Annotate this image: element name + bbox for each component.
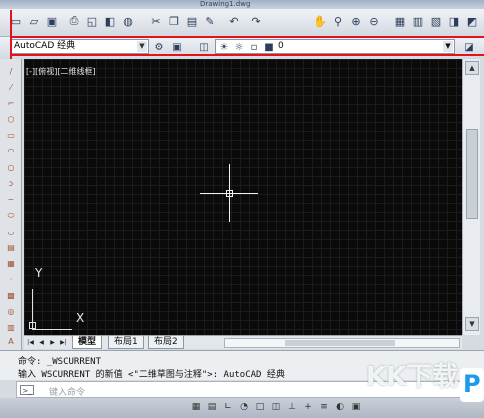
hscroll-thumb[interactable] xyxy=(285,340,395,346)
layer-manager-icon[interactable]: ◫ xyxy=(197,40,211,54)
zoom-icon[interactable]: ⚲ xyxy=(330,13,346,29)
publish-icon[interactable]: ◧ xyxy=(102,13,118,29)
paste-icon[interactable]: ▤ xyxy=(184,13,200,29)
chevron-down-icon[interactable]: ▼ xyxy=(443,41,453,52)
region-icon[interactable]: ◎ xyxy=(6,307,16,317)
last-tab-icon[interactable]: ▶| xyxy=(59,338,68,347)
circle-icon[interactable]: ○ xyxy=(6,163,16,173)
lock-icon: ▫ xyxy=(250,41,258,53)
ucs-x-label: X xyxy=(76,311,85,325)
chevron-down-icon[interactable]: ▼ xyxy=(137,41,147,52)
highlight-line-bottom xyxy=(10,54,484,56)
workspace-save-icon[interactable]: ▣ xyxy=(170,40,184,54)
design-center-icon[interactable]: ▥ xyxy=(410,13,426,29)
command-line-1: 命令: _WSCURRENT xyxy=(18,357,102,367)
tab-layout1[interactable]: 布局1 xyxy=(108,336,144,349)
hatch-icon[interactable]: ▩ xyxy=(6,291,16,301)
next-tab-icon[interactable]: ▶ xyxy=(48,338,57,347)
revcloud-icon[interactable]: ↄ xyxy=(6,179,16,189)
zoom-prev-icon[interactable]: ⊖ xyxy=(366,13,382,29)
line-icon[interactable]: / xyxy=(6,67,16,77)
layer-state-icon[interactable]: ◪ xyxy=(462,40,476,54)
vertical-scrollbar[interactable]: ▲ ▼ xyxy=(462,59,480,335)
layer-value: 0 xyxy=(278,41,284,51)
copy-icon[interactable]: ❐ xyxy=(166,13,182,29)
osnap-icon[interactable]: □ xyxy=(254,401,266,413)
polyline-icon[interactable]: ⌐ xyxy=(6,99,16,109)
color-swatch-icon: ■ xyxy=(264,41,274,53)
redo-icon[interactable]: ↷ xyxy=(248,13,264,29)
markup-icon[interactable]: ◩ xyxy=(464,13,480,29)
scroll-down-icon[interactable]: ▼ xyxy=(465,317,479,331)
layout-tabs: |◀ ◀ ▶ ▶| 模型 布局1 布局2 xyxy=(24,335,462,349)
horizontal-scrollbar[interactable] xyxy=(224,338,460,348)
watermark-logo-letter: P xyxy=(463,370,481,398)
draw-toolbar: / ⁄ ⌐ ⬡ ▭ ◠ ○ ↄ ~ ⬭ ◡ ▤ ▦ · ▩ ◎ ▥ A xyxy=(0,59,22,350)
transparency-icon[interactable]: ◐ xyxy=(334,401,346,413)
insert-block-icon[interactable]: ▤ xyxy=(6,243,16,253)
snap-icon[interactable]: ▦ xyxy=(190,401,202,413)
sheet-set-icon[interactable]: ◨ xyxy=(446,13,462,29)
match-icon[interactable]: ✎ xyxy=(202,13,218,29)
sun-icon: ☼ xyxy=(234,41,244,53)
mtext-icon[interactable]: A xyxy=(6,337,16,347)
ucs-origin-icon xyxy=(29,322,36,329)
ducs-icon[interactable]: ⊥ xyxy=(286,401,298,413)
print-icon[interactable]: ⎙ xyxy=(66,13,82,29)
tool-palette-icon[interactable]: ▧ xyxy=(428,13,444,29)
qp-icon[interactable]: ▣ xyxy=(350,401,362,413)
polygon-icon[interactable]: ⬡ xyxy=(6,115,16,125)
tab-model[interactable]: 模型 xyxy=(72,336,103,349)
window-title: Drawing1.dwg xyxy=(200,0,251,8)
workspace-select[interactable]: AutoCAD 经典 ▼ xyxy=(11,39,149,54)
command-placeholder: 键入命令 xyxy=(49,388,86,398)
save-icon[interactable]: ▣ xyxy=(44,13,60,29)
viewport-label[interactable]: [-][俯视][二维线框] xyxy=(26,66,96,77)
lineweight-icon[interactable]: ≡ xyxy=(318,401,330,413)
watermark-text: KK下载 xyxy=(366,362,459,392)
command-prompt-icon[interactable]: >_ xyxy=(20,385,34,395)
watermark-logo: P xyxy=(460,368,484,402)
command-line-2: 输入 WSCURRENT 的新值 <"二维草图与注释">: AutoCAD 经典 xyxy=(18,370,285,380)
drawing-area[interactable]: [-][俯视][二维线框] Y X xyxy=(24,59,462,335)
cut-icon[interactable]: ✂ xyxy=(148,13,164,29)
scroll-thumb[interactable] xyxy=(466,129,478,219)
tab-layout2[interactable]: 布局2 xyxy=(148,336,184,349)
arc-icon[interactable]: ◠ xyxy=(6,147,16,157)
bulb-icon: ☀ xyxy=(219,41,229,53)
make-block-icon[interactable]: ▦ xyxy=(6,259,16,269)
preview-icon[interactable]: ◱ xyxy=(84,13,100,29)
ortho-icon[interactable]: ∟ xyxy=(222,401,234,413)
scroll-up-icon[interactable]: ▲ xyxy=(465,61,479,75)
ellipse-icon[interactable]: ⬭ xyxy=(6,211,16,221)
workspace-value: AutoCAD 经典 xyxy=(14,41,76,51)
grid-icon[interactable]: ▤ xyxy=(206,401,218,413)
undo-icon[interactable]: ↶ xyxy=(226,13,242,29)
table-icon[interactable]: ▥ xyxy=(6,323,16,333)
prev-tab-icon[interactable]: ◀ xyxy=(37,338,46,347)
otrack-icon[interactable]: ◫ xyxy=(270,401,282,413)
open-icon[interactable]: ▱ xyxy=(26,13,42,29)
rectangle-icon[interactable]: ▭ xyxy=(6,131,16,141)
ucs-x-axis xyxy=(32,329,72,330)
standard-toolbar: ▭ ▱ ▣ ⎙ ◱ ◧ ◍ ✂ ❐ ▤ ✎ ↶ ↷ ✋ ⚲ ⊕ ⊖ ▦ ▥ ▧ … xyxy=(0,9,484,37)
polar-icon[interactable]: ◔ xyxy=(238,401,250,413)
ucs-y-label: Y xyxy=(35,266,43,280)
construction-line-icon[interactable]: ⁄ xyxy=(6,83,16,93)
point-icon[interactable]: · xyxy=(6,275,16,285)
first-tab-icon[interactable]: |◀ xyxy=(26,338,35,347)
highlight-line-top xyxy=(10,36,484,38)
spline-icon[interactable]: ~ xyxy=(6,195,16,205)
pan-icon[interactable]: ✋ xyxy=(312,13,328,29)
workspace-settings-icon[interactable]: ⚙ xyxy=(152,40,166,54)
ellipse-arc-icon[interactable]: ◡ xyxy=(6,227,16,237)
status-bar: ▦ ▤ ∟ ◔ □ ◫ ⊥ + ≡ ◐ ▣ xyxy=(0,398,484,418)
title-bar: Drawing1.dwg xyxy=(0,0,484,9)
plot-icon[interactable]: ◍ xyxy=(120,13,136,29)
properties-icon[interactable]: ▦ xyxy=(392,13,408,29)
crosshair-pickbox xyxy=(226,190,233,197)
dyn-icon[interactable]: + xyxy=(302,401,314,413)
zoom-window-icon[interactable]: ⊕ xyxy=(348,13,364,29)
